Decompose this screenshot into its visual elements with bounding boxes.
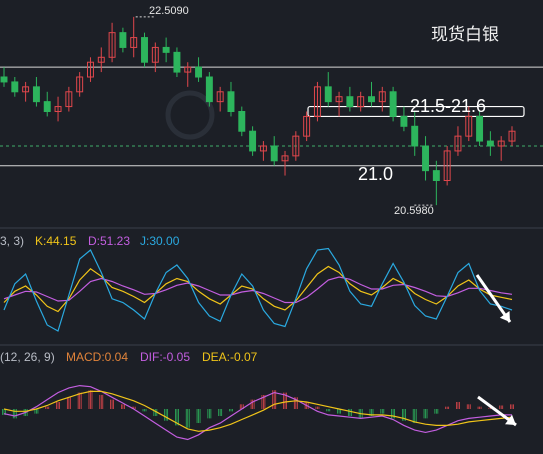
candle-body	[411, 125, 419, 147]
grid	[0, 227, 543, 346]
kdj-j-line	[3, 247, 513, 332]
candle-body	[400, 115, 408, 127]
candle-body	[205, 76, 213, 103]
candle-body	[389, 91, 397, 117]
kdj-d-label: D:51.23	[88, 234, 131, 248]
candle-body	[162, 46, 170, 53]
candle-body	[368, 96, 375, 103]
macd-panel	[2, 384, 514, 441]
dea-value-label: DEA:-0.07	[202, 350, 258, 364]
candle-body	[227, 91, 235, 112]
candle-body	[195, 66, 203, 78]
candle-body	[346, 96, 354, 108]
kdj-k-label: K:44.15	[35, 234, 77, 248]
chart-canvas	[0, 16, 543, 441]
overlay	[475, 274, 517, 427]
dif-value-label: DIF:-0.05	[140, 350, 191, 364]
resistance-label: 21.5-21.6	[410, 96, 487, 116]
kdj-j-label: J:30.00	[140, 234, 180, 248]
candle-body	[43, 101, 51, 113]
candle-body	[141, 37, 148, 63]
kdj-k-line	[3, 265, 513, 313]
candle-body	[432, 170, 440, 181]
candle-body	[0, 76, 8, 83]
candle-body	[119, 32, 127, 48]
candle-body	[324, 86, 332, 103]
candle-body	[270, 145, 278, 162]
candle-body	[173, 51, 181, 73]
chart-root: 现货白银 3, 3) K:44.15 D:51.23 J:30.00 (12, …	[0, 0, 543, 454]
low-price-label: 20.5980	[394, 205, 434, 217]
candle-body	[476, 115, 484, 142]
candle-body	[249, 130, 257, 152]
candle-body	[422, 145, 430, 172]
watermark-logo	[165, 90, 215, 140]
candle-body	[238, 111, 246, 132]
candle-body	[32, 86, 40, 103]
candle-body	[486, 140, 494, 147]
support-label: 21.0	[358, 164, 394, 184]
kdj-panel	[3, 247, 513, 332]
dea-line	[3, 390, 513, 432]
macd-value-label: MACD:0.04	[66, 350, 129, 364]
macd-params-label: (12, 26, 9)	[0, 350, 55, 364]
high-price-label: 22.5090	[149, 5, 189, 17]
chart-title: 现货白银	[431, 25, 499, 45]
kdj-params-label: 3, 3)	[0, 234, 25, 248]
candle-body	[11, 81, 19, 93]
